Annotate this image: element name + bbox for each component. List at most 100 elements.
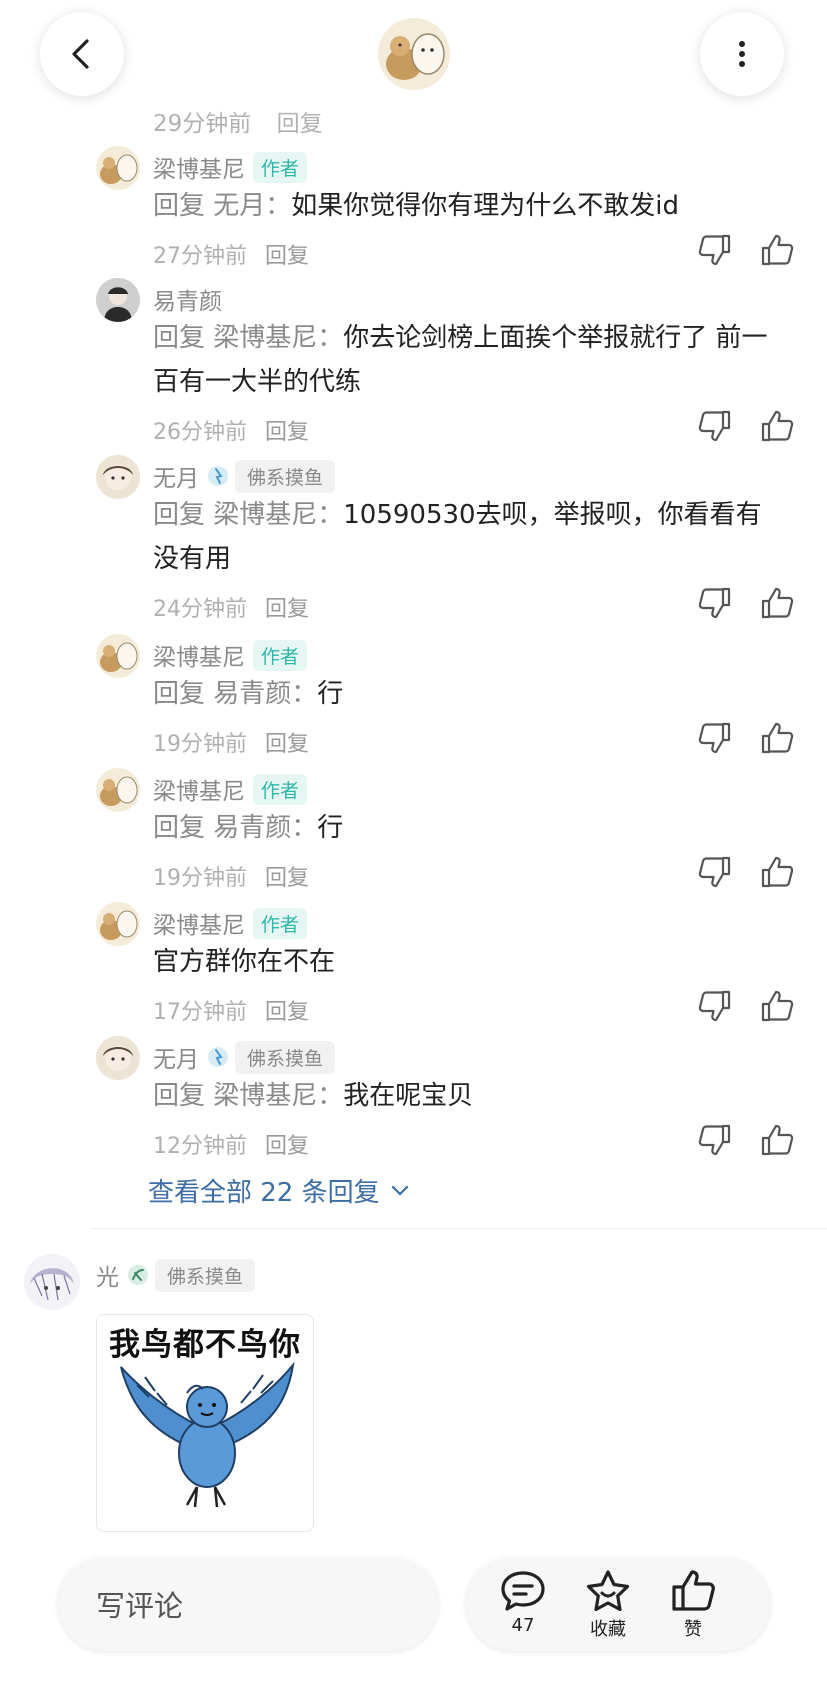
reply-link[interactable]: 回复 bbox=[265, 726, 309, 758]
level-icon bbox=[208, 1047, 228, 1067]
avatar[interactable] bbox=[96, 768, 140, 812]
avatar-image bbox=[96, 1036, 140, 1080]
thumbs-down-icon[interactable] bbox=[697, 720, 733, 756]
reply-time: 29分钟前 bbox=[153, 111, 252, 137]
user-badge: 佛系摸鱼 bbox=[235, 459, 336, 493]
username[interactable]: 易青颜 bbox=[153, 282, 222, 316]
reply-time: 24分钟前 bbox=[153, 597, 247, 622]
level-icon bbox=[208, 466, 228, 486]
thumbs-up-icon[interactable] bbox=[759, 720, 795, 756]
reply-link[interactable]: 回复 bbox=[265, 414, 309, 446]
reply-to-prefix: 回复 无月： bbox=[153, 191, 292, 221]
author-tag: 作者 bbox=[253, 773, 308, 805]
write-comment-input[interactable]: 写评论 bbox=[58, 1557, 438, 1651]
reply-to-prefix: 回复 梁博基尼： bbox=[153, 1081, 344, 1111]
avatar-image bbox=[100, 642, 138, 672]
name-row: 易青颜 bbox=[153, 282, 222, 316]
thumbs-up-icon[interactable] bbox=[759, 232, 795, 268]
chevron-down-icon bbox=[391, 1185, 408, 1195]
comments-button[interactable]: 47 bbox=[488, 1569, 558, 1636]
reply-link[interactable]: 回复 bbox=[265, 860, 309, 892]
avatar[interactable] bbox=[96, 634, 140, 678]
reply-link[interactable]: 回复 bbox=[265, 1128, 309, 1160]
reply-to-prefix: 回复 易青颜： bbox=[153, 679, 318, 709]
avatar[interactable] bbox=[96, 455, 140, 499]
view-all-replies-link[interactable]: 查看全部 22 条回复 bbox=[148, 1172, 410, 1209]
reply-link[interactable]: 回复 bbox=[265, 591, 309, 623]
author-tag: 作者 bbox=[253, 907, 308, 939]
username[interactable]: 光 bbox=[96, 1258, 119, 1292]
chevron-left-icon bbox=[72, 39, 89, 69]
reply-content[interactable]: 回复 梁博基尼：你去论剑榜上面挨个举报就行了 前一百有一大半的代练 bbox=[153, 316, 783, 404]
reply-time: 19分钟前 bbox=[153, 866, 247, 891]
reply-meta-cutoff: 29分钟前 回复 bbox=[153, 104, 323, 138]
thumbs-up-icon[interactable] bbox=[759, 854, 795, 890]
favorite-button[interactable]: 收藏 bbox=[573, 1569, 643, 1641]
reply-link[interactable]: 回复 bbox=[265, 994, 309, 1026]
reply-to-prefix: 回复 梁博基尼： bbox=[153, 323, 344, 353]
author-avatar-image bbox=[378, 18, 450, 90]
favorite-label: 收藏 bbox=[590, 1619, 626, 1640]
avatar[interactable] bbox=[96, 1036, 140, 1080]
reply-link[interactable]: 回复 bbox=[277, 111, 323, 137]
thumbs-down-icon[interactable] bbox=[697, 408, 733, 444]
username[interactable]: 无月 bbox=[153, 1040, 199, 1074]
thumbs-down-icon[interactable] bbox=[697, 988, 733, 1024]
reply-content[interactable]: 回复 梁博基尼：10590530去呗，举报呗，你看看有没有用 bbox=[153, 493, 783, 581]
thumbs-up-icon[interactable] bbox=[759, 988, 795, 1024]
thumbs-down-icon[interactable] bbox=[697, 1122, 733, 1158]
divider bbox=[92, 1228, 827, 1229]
avatar-image bbox=[24, 1254, 80, 1310]
reply-time: 19分钟前 bbox=[153, 732, 247, 757]
action-pill: 47 收藏 赞 bbox=[466, 1557, 770, 1651]
reply-meta: 19分钟前 回复 bbox=[153, 726, 309, 758]
user-badge: 佛系摸鱼 bbox=[235, 1040, 336, 1074]
thumbs-down-icon[interactable] bbox=[697, 232, 733, 268]
name-row: 梁博基尼 作者 bbox=[153, 638, 308, 672]
reply-content[interactable]: 回复 无月：如果你觉得你有理为什么不敢发id bbox=[153, 184, 783, 228]
reply-time: 12分钟前 bbox=[153, 1134, 247, 1159]
reply-link[interactable]: 回复 bbox=[265, 238, 309, 270]
bottom-bar: 写评论 47 收藏 赞 bbox=[0, 1530, 827, 1705]
like-button[interactable]: 赞 bbox=[658, 1569, 728, 1641]
user-badge: 佛系摸鱼 bbox=[155, 1258, 256, 1292]
more-button[interactable] bbox=[700, 12, 784, 96]
reply-to-prefix: 回复 梁博基尼： bbox=[153, 500, 344, 530]
thumbs-down-icon[interactable] bbox=[697, 854, 733, 890]
username[interactable]: 无月 bbox=[153, 459, 199, 493]
name-row: 梁博基尼 作者 bbox=[153, 772, 308, 806]
back-button[interactable] bbox=[40, 12, 124, 96]
name-row: 梁博基尼 作者 bbox=[153, 150, 308, 184]
username[interactable]: 梁博基尼 bbox=[153, 906, 245, 940]
reply-content[interactable]: 官方群你在不在 bbox=[153, 940, 783, 984]
view-all-label: 查看全部 22 条回复 bbox=[148, 1178, 380, 1208]
avatar[interactable] bbox=[96, 146, 140, 190]
reply-content[interactable]: 回复 易青颜：行 bbox=[153, 672, 783, 716]
avatar-image bbox=[96, 455, 140, 499]
write-comment-placeholder: 写评论 bbox=[96, 1589, 184, 1623]
avatar[interactable] bbox=[96, 278, 140, 322]
username[interactable]: 梁博基尼 bbox=[153, 638, 245, 672]
bird-illustration bbox=[120, 1361, 295, 1508]
avatar[interactable] bbox=[96, 902, 140, 946]
reply-meta: 27分钟前 回复 bbox=[153, 238, 309, 270]
author-tag: 作者 bbox=[253, 639, 308, 671]
author-tag: 作者 bbox=[253, 151, 308, 183]
star-icon bbox=[586, 1570, 630, 1612]
thumbs-up-icon[interactable] bbox=[759, 1122, 795, 1158]
reply-time: 26分钟前 bbox=[153, 420, 247, 445]
level-icon bbox=[128, 1265, 148, 1285]
thumbs-down-icon[interactable] bbox=[697, 585, 733, 621]
username[interactable]: 梁博基尼 bbox=[153, 772, 245, 806]
reply-meta: 12分钟前 回复 bbox=[153, 1128, 309, 1160]
reply-content[interactable]: 回复 易青颜：行 bbox=[153, 806, 783, 850]
reply-text: 官方群你在不在 bbox=[153, 947, 336, 977]
reply-text: 我在呢宝贝 bbox=[343, 1081, 474, 1111]
author-avatar[interactable] bbox=[378, 18, 450, 90]
sticker-image[interactable]: 我鸟都不鸟你 bbox=[96, 1314, 314, 1532]
thumbs-up-icon[interactable] bbox=[759, 408, 795, 444]
avatar[interactable] bbox=[24, 1254, 80, 1310]
reply-content[interactable]: 回复 梁博基尼：我在呢宝贝 bbox=[153, 1074, 783, 1118]
username[interactable]: 梁博基尼 bbox=[153, 150, 245, 184]
thumbs-up-icon[interactable] bbox=[759, 585, 795, 621]
